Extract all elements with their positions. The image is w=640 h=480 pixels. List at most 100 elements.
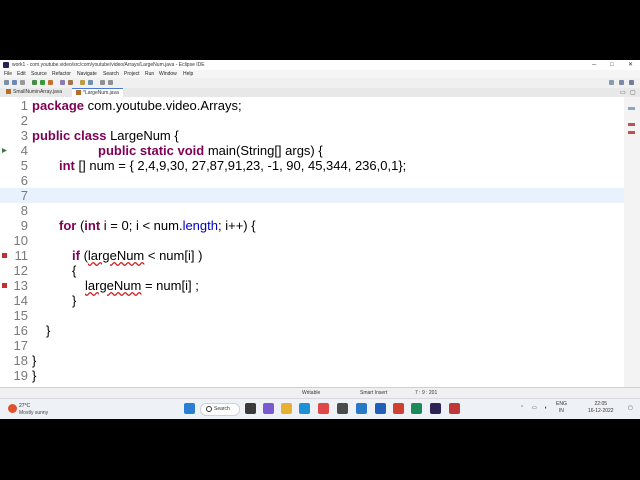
menu-search[interactable]: Search — [103, 70, 119, 78]
new-package-icon[interactable] — [60, 80, 65, 85]
menu-refactor[interactable]: Refactor — [52, 70, 71, 78]
chat-icon[interactable] — [263, 403, 274, 414]
code-line: 13 largeNum = num[i] ; — [0, 278, 624, 293]
code-line: 19 } — [0, 368, 624, 383]
code-line: 4 public static void main(String[] args)… — [0, 143, 624, 158]
menu-run[interactable]: Run — [145, 70, 154, 78]
line-number: 11 — [14, 248, 29, 263]
code-text: } — [32, 368, 37, 383]
line-number: 15 — [13, 308, 28, 323]
code-line: 18 } — [0, 353, 624, 368]
close-button[interactable]: ✕ — [628, 60, 633, 70]
eclipse-icon — [3, 62, 9, 68]
line-number: 5 — [20, 158, 28, 173]
line-number: 16 — [13, 323, 28, 338]
language-indicator[interactable]: ENG IN — [556, 401, 567, 415]
new-icon[interactable] — [4, 80, 9, 85]
menu-source[interactable]: Source — [31, 70, 47, 78]
code-text: } — [32, 353, 37, 368]
code-line: 17 — [0, 338, 624, 353]
back-icon[interactable] — [100, 80, 105, 85]
code-text: public class LargeNum { — [32, 128, 179, 143]
menu-file[interactable]: File — [4, 70, 12, 78]
ruler-marker[interactable] — [628, 107, 635, 110]
maximize-button[interactable]: □ — [610, 60, 614, 70]
coverage-icon[interactable] — [48, 80, 53, 85]
code-line: 16 } — [0, 323, 624, 338]
java-file-icon — [6, 89, 11, 95]
dropbox-icon[interactable] — [375, 403, 386, 414]
volume-icon[interactable]: ◖ — [544, 405, 547, 412]
ruler-error-marker[interactable] — [628, 131, 635, 134]
line-number: 19 — [13, 368, 28, 383]
code-text: if (largeNum < num[i] ) — [72, 248, 203, 263]
line-number: 6 — [20, 173, 28, 188]
search-tool-icon[interactable] — [88, 80, 93, 85]
taskbar-search[interactable]: Search — [200, 403, 240, 416]
run-icon[interactable] — [40, 80, 45, 85]
tab-label: *LargeNum.java — [83, 90, 119, 96]
weather-widget[interactable]: 27°C Mostly sunny — [5, 402, 75, 418]
code-line: 15 — [0, 308, 624, 323]
menu-help[interactable]: Help — [183, 70, 193, 78]
store-icon[interactable] — [337, 403, 348, 414]
line-number: 7 — [20, 188, 28, 203]
mail-icon[interactable] — [356, 403, 367, 414]
overview-ruler[interactable] — [624, 97, 640, 387]
menu-edit[interactable]: Edit — [17, 70, 26, 78]
chrome-icon[interactable] — [318, 403, 329, 414]
weather-desc: Mostly sunny — [19, 410, 49, 416]
start-icon[interactable] — [184, 403, 195, 414]
menu-navigate[interactable]: Navigate — [77, 70, 97, 78]
notification-icon[interactable]: ▢ — [628, 405, 633, 412]
code-line: 11 if (largeNum < num[i] ) — [0, 248, 624, 263]
screen: work1 - com.youtube.video/src/com/youtub… — [0, 60, 640, 419]
editor-tab-bar: SmallNuminArray.java *LargeNum.java ▭ ▢ — [0, 88, 640, 98]
task-view-icon[interactable] — [245, 403, 256, 414]
office-icon[interactable] — [393, 403, 404, 414]
forward-icon[interactable] — [108, 80, 113, 85]
clock[interactable]: 22:05 16-12-2022 — [588, 401, 614, 415]
title-bar: work1 - com.youtube.video/src/com/youtub… — [0, 60, 640, 70]
debug-icon[interactable] — [32, 80, 37, 85]
app-icon[interactable] — [411, 403, 422, 414]
line-number: 8 — [20, 203, 28, 218]
code-line: 6 — [0, 173, 624, 188]
line-number: 17 — [13, 338, 28, 353]
save-icon[interactable] — [12, 80, 17, 85]
file-explorer-icon[interactable] — [281, 403, 292, 414]
search-toolbar-icon[interactable] — [609, 80, 614, 85]
edge-icon[interactable] — [299, 403, 310, 414]
java-file-icon — [76, 90, 81, 96]
line-number: 3 — [20, 128, 28, 143]
new-class-icon[interactable] — [68, 80, 73, 85]
menu-window[interactable]: Window — [159, 70, 177, 78]
code-line: 8 — [0, 203, 624, 218]
code-line: 9 for (int i = 0; i < num.length; i++) { — [0, 218, 624, 233]
weather-icon — [8, 404, 17, 413]
perspective-icon[interactable] — [619, 80, 624, 85]
lang-top: ENG — [556, 401, 567, 407]
minimize-button[interactable]: ─ — [592, 60, 596, 70]
code-line: 5 int [] num = { 2,4,9,30, 27,87,91,23, … — [0, 158, 624, 173]
tray-chevron-icon[interactable]: ⌃ — [520, 405, 524, 412]
ruler-error-marker[interactable] — [628, 123, 635, 126]
line-number: 4 — [20, 143, 28, 158]
tab-smallnuminarray[interactable]: SmallNuminArray.java — [2, 88, 66, 97]
open-type-icon[interactable] — [80, 80, 85, 85]
network-icon[interactable]: ▭ — [532, 405, 537, 412]
eclipse-taskbar-icon[interactable] — [430, 403, 441, 414]
java-perspective-icon[interactable] — [629, 80, 634, 85]
recorder-icon[interactable] — [449, 403, 460, 414]
save-all-icon[interactable] — [20, 80, 25, 85]
code-line: 14 } — [0, 293, 624, 308]
code-editor[interactable]: 1 package com.youtube.video.Arrays; 2 3 … — [0, 97, 624, 387]
code-line: 3 public class LargeNum { — [0, 128, 624, 143]
line-number: 2 — [20, 113, 28, 128]
code-text: largeNum = num[i] ; — [85, 278, 199, 293]
code-line: 12 { — [0, 263, 624, 278]
menu-project[interactable]: Project — [124, 70, 140, 78]
current-code-line: 7 — [0, 188, 624, 203]
line-number: 1 — [20, 98, 28, 113]
line-number: 18 — [13, 353, 28, 368]
